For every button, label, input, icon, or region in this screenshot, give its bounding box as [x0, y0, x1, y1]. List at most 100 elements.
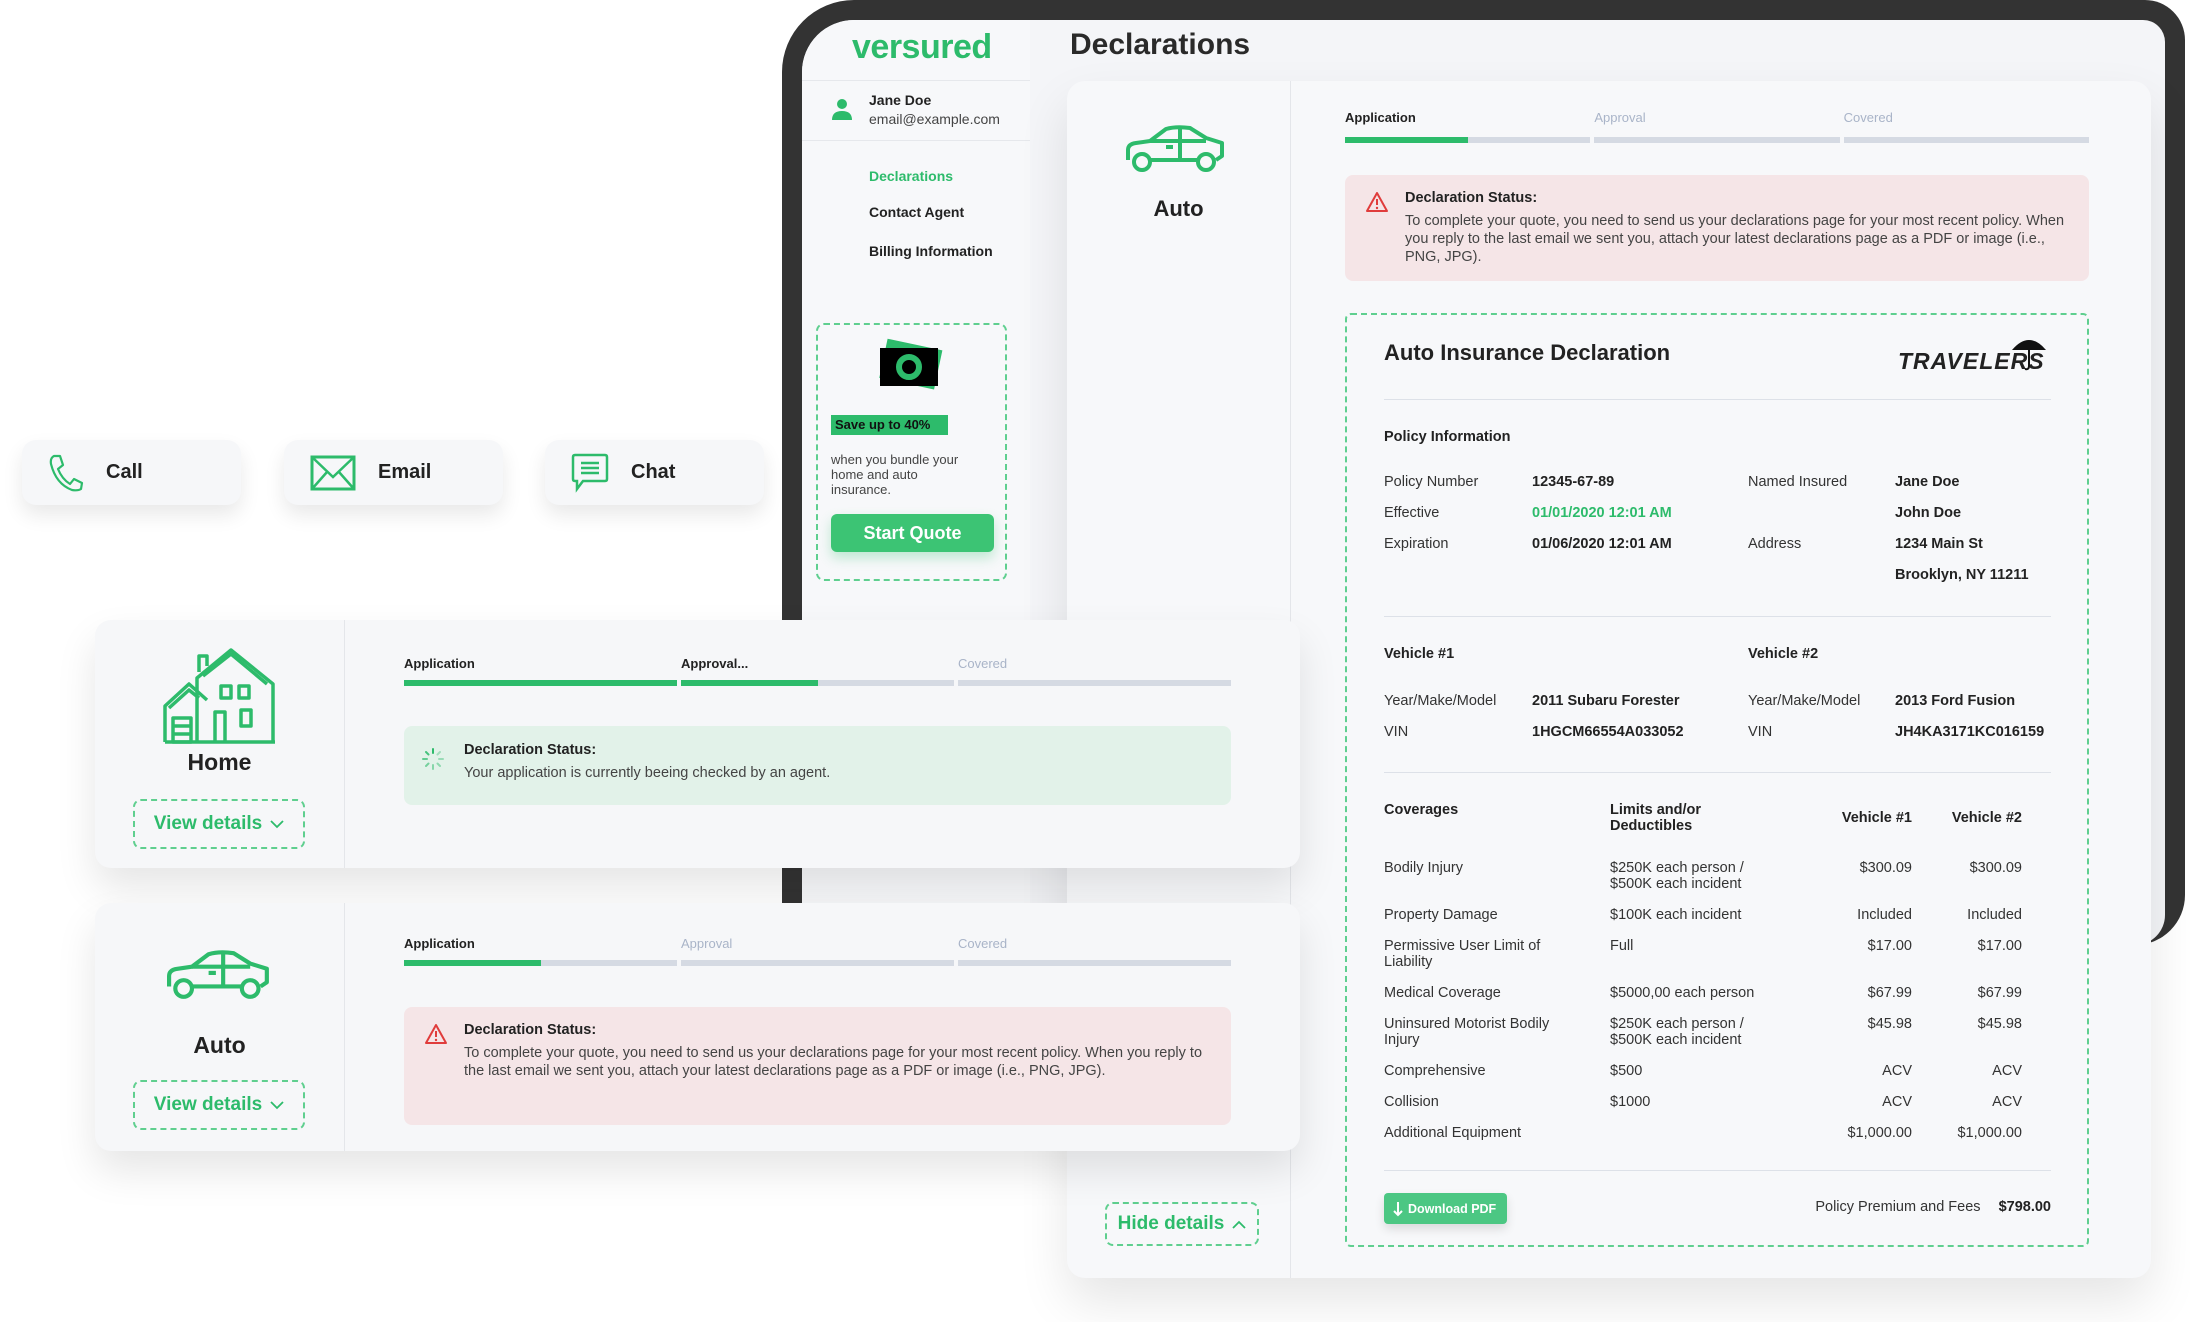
- vehicle-2-value: $1,000.00: [1957, 1125, 2022, 1141]
- coverage-row: Bodily Injury $250K each person / $500K e…: [1384, 860, 2022, 892]
- status-title: Declaration Status:: [1405, 190, 1538, 206]
- coverage-row: Comprehensive $500 ACV ACV: [1384, 1063, 2022, 1079]
- value: 1234 Main St: [1895, 536, 1983, 552]
- view-details-button[interactable]: View details: [133, 1080, 305, 1130]
- umbrella-icon: [2012, 340, 2046, 371]
- label: Effective: [1384, 505, 1440, 521]
- divider: [344, 903, 345, 1151]
- coverage-row: Additional Equipment $1,000.00 $1,000.00: [1384, 1125, 2022, 1141]
- nav-contact-agent[interactable]: Contact Agent: [869, 204, 964, 220]
- value: 2013 Ford Fusion: [1895, 693, 2016, 709]
- start-quote-button[interactable]: Start Quote: [831, 514, 994, 552]
- step-approval: Approval: [681, 936, 954, 966]
- coverage-row: Property Damage $100K each incident Includ…: [1384, 907, 2022, 923]
- policy-row: Effective 01/01/2020 12:01 AM John Doe: [1384, 505, 2095, 536]
- progress-steps: Application Approval Covered: [1345, 110, 2089, 143]
- envelope-icon: [310, 455, 356, 490]
- coverage-limit: $1000: [1610, 1094, 1651, 1110]
- policy-card-auto: Auto View details Application Approval C…: [95, 903, 1300, 1151]
- vehicle-heading: Vehicle #2: [1748, 646, 1819, 662]
- chevron-up-icon: [1232, 1220, 1246, 1229]
- step-approval: Approval...: [681, 656, 954, 686]
- coverage-limit: $100K each incident: [1610, 907, 1742, 923]
- policy-info-table: Policy Number 12345-67-89 Named Insured Jan…: [1384, 474, 2095, 598]
- hide-details-button[interactable]: Hide details: [1105, 1202, 1259, 1246]
- nav-declarations[interactable]: Declarations: [869, 168, 953, 184]
- email-button[interactable]: Email: [284, 440, 503, 505]
- save-badge: Save up to 40%: [831, 415, 948, 435]
- premium-label: Policy Premium and Fees: [1815, 1199, 1981, 1215]
- declaration-title: Auto Insurance Declaration: [1384, 340, 1671, 365]
- progress-fill: [1345, 137, 1468, 143]
- coverage-limit: $5000,00 each person: [1610, 985, 1755, 1001]
- warning-icon: [425, 1024, 447, 1044]
- progress-bar: [404, 680, 677, 686]
- step-label: Application: [404, 936, 475, 951]
- progress-steps: Application Approval Covered: [404, 936, 1231, 966]
- loading-spinner-icon: [422, 748, 444, 770]
- progress-bar: [958, 960, 1231, 966]
- step-label: Covered: [958, 936, 1008, 951]
- user-icon: [832, 99, 852, 120]
- progress-fill: [404, 680, 677, 686]
- value: [1532, 567, 1748, 598]
- vehicle-1-value: ACV: [1882, 1094, 1912, 1110]
- download-pdf-button[interactable]: Download PDF: [1384, 1193, 1507, 1224]
- value: 2011 Subaru Forester: [1532, 693, 1680, 709]
- coverage-name: Property Damage: [1384, 907, 1498, 923]
- step-label: Approval...: [681, 656, 749, 671]
- step-covered: Covered: [1843, 110, 2089, 143]
- label: Named Insured: [1748, 474, 1848, 490]
- vehicle-1-value: $67.99: [1867, 985, 1912, 1001]
- chevron-down-icon: [270, 1100, 284, 1109]
- money-icon: [879, 338, 943, 390]
- page-title: Declarations: [1070, 28, 1251, 61]
- status-text: To complete your quote, you need to send…: [1405, 213, 2065, 265]
- versured-logo[interactable]: versured: [852, 28, 992, 67]
- vehicle-1-value: $45.98: [1867, 1016, 1912, 1032]
- coverage-row: Permissive User Limit of Liability Full $1…: [1384, 938, 2022, 970]
- value: John Doe: [1895, 505, 1962, 521]
- step-label: Approval: [1594, 110, 1646, 125]
- download-arrow-icon: [1393, 1201, 1403, 1216]
- divider: [1384, 616, 2051, 617]
- user-email: email@example.com: [869, 111, 1000, 127]
- coverage-name: Bodily Injury: [1384, 860, 1463, 876]
- email-label: Email: [378, 461, 432, 483]
- call-button[interactable]: Call: [22, 440, 241, 505]
- header-limits: Limits and/or Deductibles: [1610, 802, 1702, 834]
- vehicle-headings: Vehicle #1 Vehicle #2: [1384, 646, 2095, 693]
- coverage-name: Comprehensive: [1384, 1063, 1486, 1079]
- coverage-name: Additional Equipment: [1384, 1125, 1522, 1141]
- divider: [1384, 772, 2051, 773]
- nav-billing-information[interactable]: Billing Information: [869, 243, 993, 259]
- vehicle-2-value: $45.98: [1977, 1016, 2022, 1032]
- divider: [344, 620, 345, 868]
- vehicle-1-value: $17.00: [1867, 938, 1912, 954]
- chat-icon: [571, 453, 609, 493]
- declaration-status-alert: Declaration Status: Your application is …: [404, 726, 1231, 805]
- step-label: Covered: [958, 656, 1008, 671]
- coverage-row: Uninsured Motorist Bodily Injury $250K ea…: [1384, 1016, 2022, 1048]
- step-label: Application: [1345, 110, 1416, 125]
- view-details-label: View details: [153, 1094, 263, 1115]
- step-application: Application: [404, 656, 677, 686]
- progress-bar: [1594, 137, 1840, 143]
- coverage-row: Medical Coverage $5000,00 each person $67.…: [1384, 985, 2022, 1001]
- user-name: Jane Doe: [869, 92, 932, 108]
- chevron-down-icon: [270, 819, 284, 828]
- product-name: Auto: [1153, 196, 1204, 221]
- view-details-button[interactable]: View details: [133, 799, 305, 849]
- coverages-header: Coverages Limits and/or Deductibles Vehi…: [1384, 802, 2022, 834]
- step-label: Application: [404, 656, 475, 671]
- label: [1384, 567, 1532, 598]
- coverage-limit: $250K each person / $500K each incident: [1610, 860, 1744, 892]
- status-title: Declaration Status:: [464, 742, 597, 758]
- value: Jane Doe: [1895, 474, 1960, 490]
- coverage-name: Permissive User Limit of Liability: [1384, 938, 1541, 970]
- header-vehicle-2: Vehicle #2: [1951, 810, 2022, 826]
- chat-button[interactable]: Chat: [545, 440, 764, 505]
- progress-bar: [681, 960, 954, 966]
- status-text: To complete your quote, you need to send…: [464, 1045, 1203, 1079]
- coverage-limit: $250K each person / $500K each incident: [1610, 1016, 1744, 1048]
